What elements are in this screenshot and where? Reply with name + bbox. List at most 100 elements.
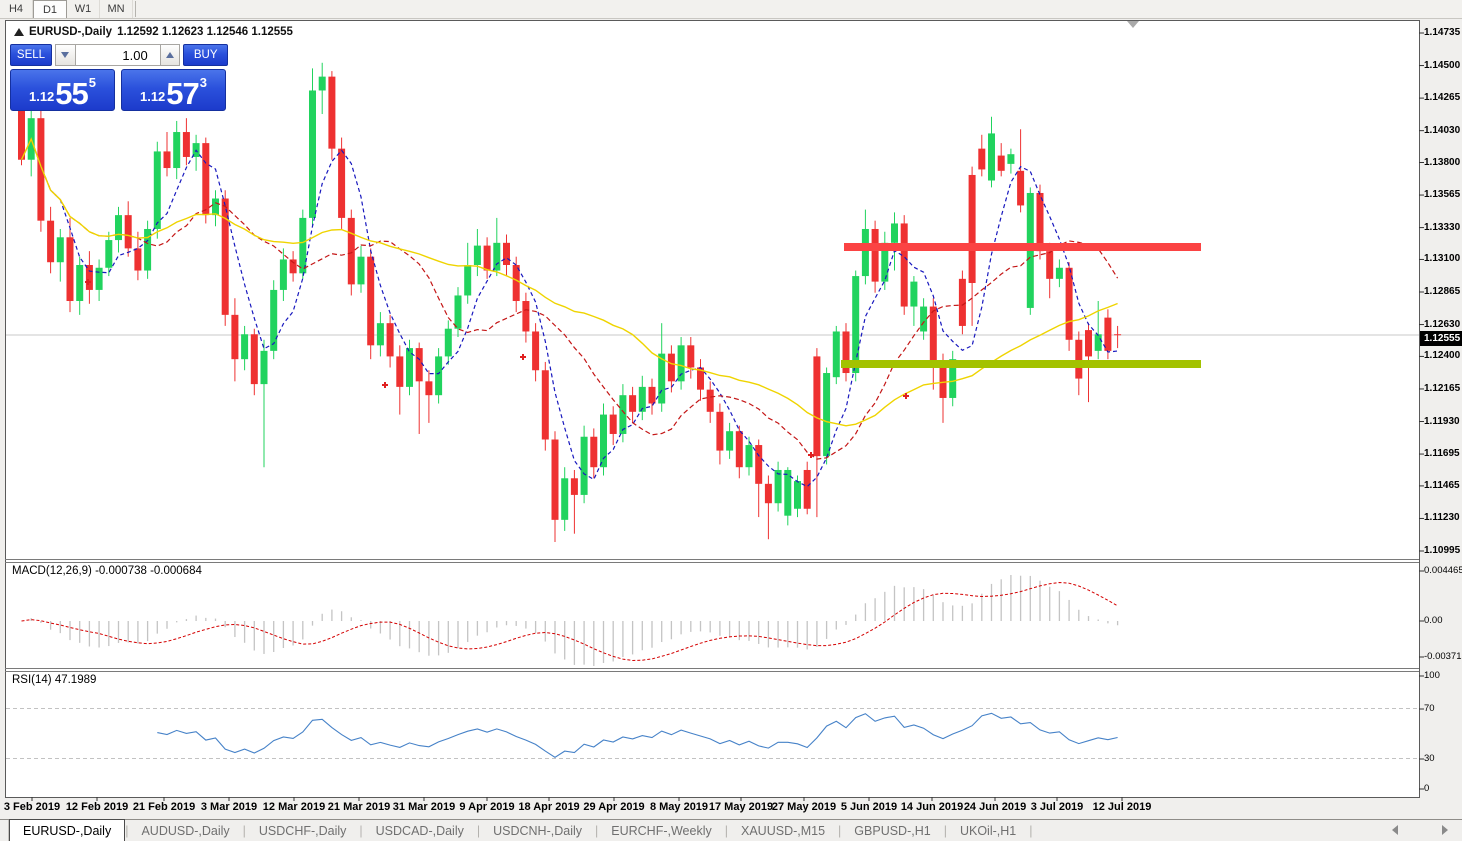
candle-body [96,268,103,290]
candle-body [804,470,811,509]
candle-body [542,370,549,439]
candle-body [377,323,384,345]
candle-body [726,431,733,450]
sell-price-main: 55 [55,79,87,108]
indicator-tick-label: 30 [1424,753,1462,764]
candle-body [872,229,879,282]
candle-body [173,132,180,168]
candle-body [328,77,335,149]
chart-canvas[interactable] [0,0,1462,841]
candle-body [319,77,326,91]
date-tick-label: 29 Apr 2019 [583,801,644,813]
symbol-tab-bar: EURUSD-,Daily|AUDUSD-,Daily|USDCHF-,Dail… [0,819,1462,841]
sell-button[interactable]: SELL [10,44,52,66]
tab-xauusd-m15[interactable]: XAUUSD-,M15 [728,820,838,841]
indicator-tick-label: 0 [1424,783,1462,794]
candle-body [164,151,171,168]
volume-input[interactable] [76,44,160,66]
candle-body [910,282,917,307]
indicator-tick-label: 0.004465 [1424,565,1462,576]
candle-body [736,431,743,467]
chart-symbol-period: EURUSD-,Daily [29,26,112,38]
candle-body [416,348,423,381]
tab-audusd-daily[interactable]: AUDUSD-,Daily [128,820,242,841]
candle-body [251,334,258,384]
buy-price-box[interactable]: 1.12 57 3 [121,69,226,111]
tab-bar-stub [0,820,9,841]
volume-increase-button[interactable] [160,44,181,66]
tab-usdcnh-daily[interactable]: USDCNH-,Daily [480,820,595,841]
candle-body [183,132,190,157]
candle-body [668,354,675,382]
candle-body [212,199,219,216]
tab-separator: | [1029,820,1032,841]
candle-body [813,356,820,456]
date-tick-label: 9 Apr 2019 [459,801,514,813]
symbol-tabs: EURUSD-,Daily|AUDUSD-,Daily|USDCHF-,Dail… [9,820,1032,841]
ma-fast [22,139,1118,487]
tab-usdchf-daily[interactable]: USDCHF-,Daily [246,820,360,841]
candle-body [959,279,966,326]
candle-body [338,149,345,218]
candle-body [1007,154,1014,164]
candle-body [891,223,898,242]
candle-body [396,356,403,386]
price-tick-label: 1.12165 [1424,383,1462,394]
candle-body [619,395,626,434]
candle-body [687,345,694,367]
price-tick-label: 1.12630 [1424,319,1462,330]
tab-ukoil-h1[interactable]: UKOil-,H1 [947,820,1029,841]
indicator-tick-label: 0.00 [1424,615,1462,626]
candle-body [1114,334,1121,335]
tab-gbpusd-h1[interactable]: GBPUSD-,H1 [841,820,943,841]
tab-scroll-left-icon[interactable] [1392,825,1398,835]
buy-price-superscript: 3 [200,75,207,90]
sell-price-prefix: 1.12 [29,89,54,104]
price-tick-label: 1.12865 [1424,286,1462,297]
price-tick-label: 1.14265 [1424,92,1462,103]
price-tick-label: 1.11930 [1424,416,1462,427]
candle-body [154,151,161,229]
price-tick-label: 1.13565 [1424,189,1462,200]
price-tick-label: 1.13330 [1424,222,1462,233]
date-tick-label: 12 Mar 2019 [263,801,325,813]
date-tick-label: 18 Apr 2019 [518,801,579,813]
date-tick-label: 27 May 2019 [772,801,836,813]
date-tick-label: 3 Jul 2019 [1031,801,1084,813]
tab-eurusd-daily[interactable]: EURUSD-,Daily [9,819,125,841]
buy-button[interactable]: BUY [183,44,228,66]
tab-scroll-right-icon[interactable] [1442,825,1448,835]
date-tick-label: 14 Jun 2019 [901,801,963,813]
date-tick-label: 5 Jun 2019 [841,801,897,813]
macd-label: MACD(12,26,9) -0.000738 -0.000684 [12,565,202,577]
candle-body [503,243,510,265]
chart-title: EURUSD-,Daily 1.12592 1.12623 1.12546 1.… [14,26,293,38]
candle-body [493,243,500,271]
candle-body [930,307,937,362]
candle-body [134,248,141,270]
date-tick-label: 24 Jun 2019 [964,801,1026,813]
price-tick-label: 1.13800 [1424,157,1462,168]
ma-mid [22,139,1118,459]
candle-body [610,415,617,434]
terminal-window: H4D1W1MN EURUSD-,Daily 1.12592 1.12623 1… [0,0,1462,841]
sell-price-box[interactable]: 1.12 55 5 [10,69,115,111]
date-tick-label: 17 May 2019 [709,801,773,813]
candle-body [969,175,976,283]
candle-body [309,90,316,217]
candle-body [358,257,365,285]
tab-usdcad-daily[interactable]: USDCAD-,Daily [363,820,477,841]
one-click-trading-panel: SELL BUY 1.12 55 5 1.12 57 3 [10,44,228,111]
candle-body [998,156,1005,171]
tab-eurchf-weekly[interactable]: EURCHF-,Weekly [598,820,724,841]
volume-decrease-button[interactable] [55,44,76,66]
candle-body [649,387,656,404]
candle-body [464,265,471,295]
candle-body [241,334,248,359]
candle-body [280,259,287,289]
indicator-tick-label: -0.003715 [1424,651,1462,662]
candle-body [125,215,132,248]
candle-body [455,295,462,328]
candle-body [823,373,830,456]
date-tick-label: 12 Feb 2019 [66,801,128,813]
